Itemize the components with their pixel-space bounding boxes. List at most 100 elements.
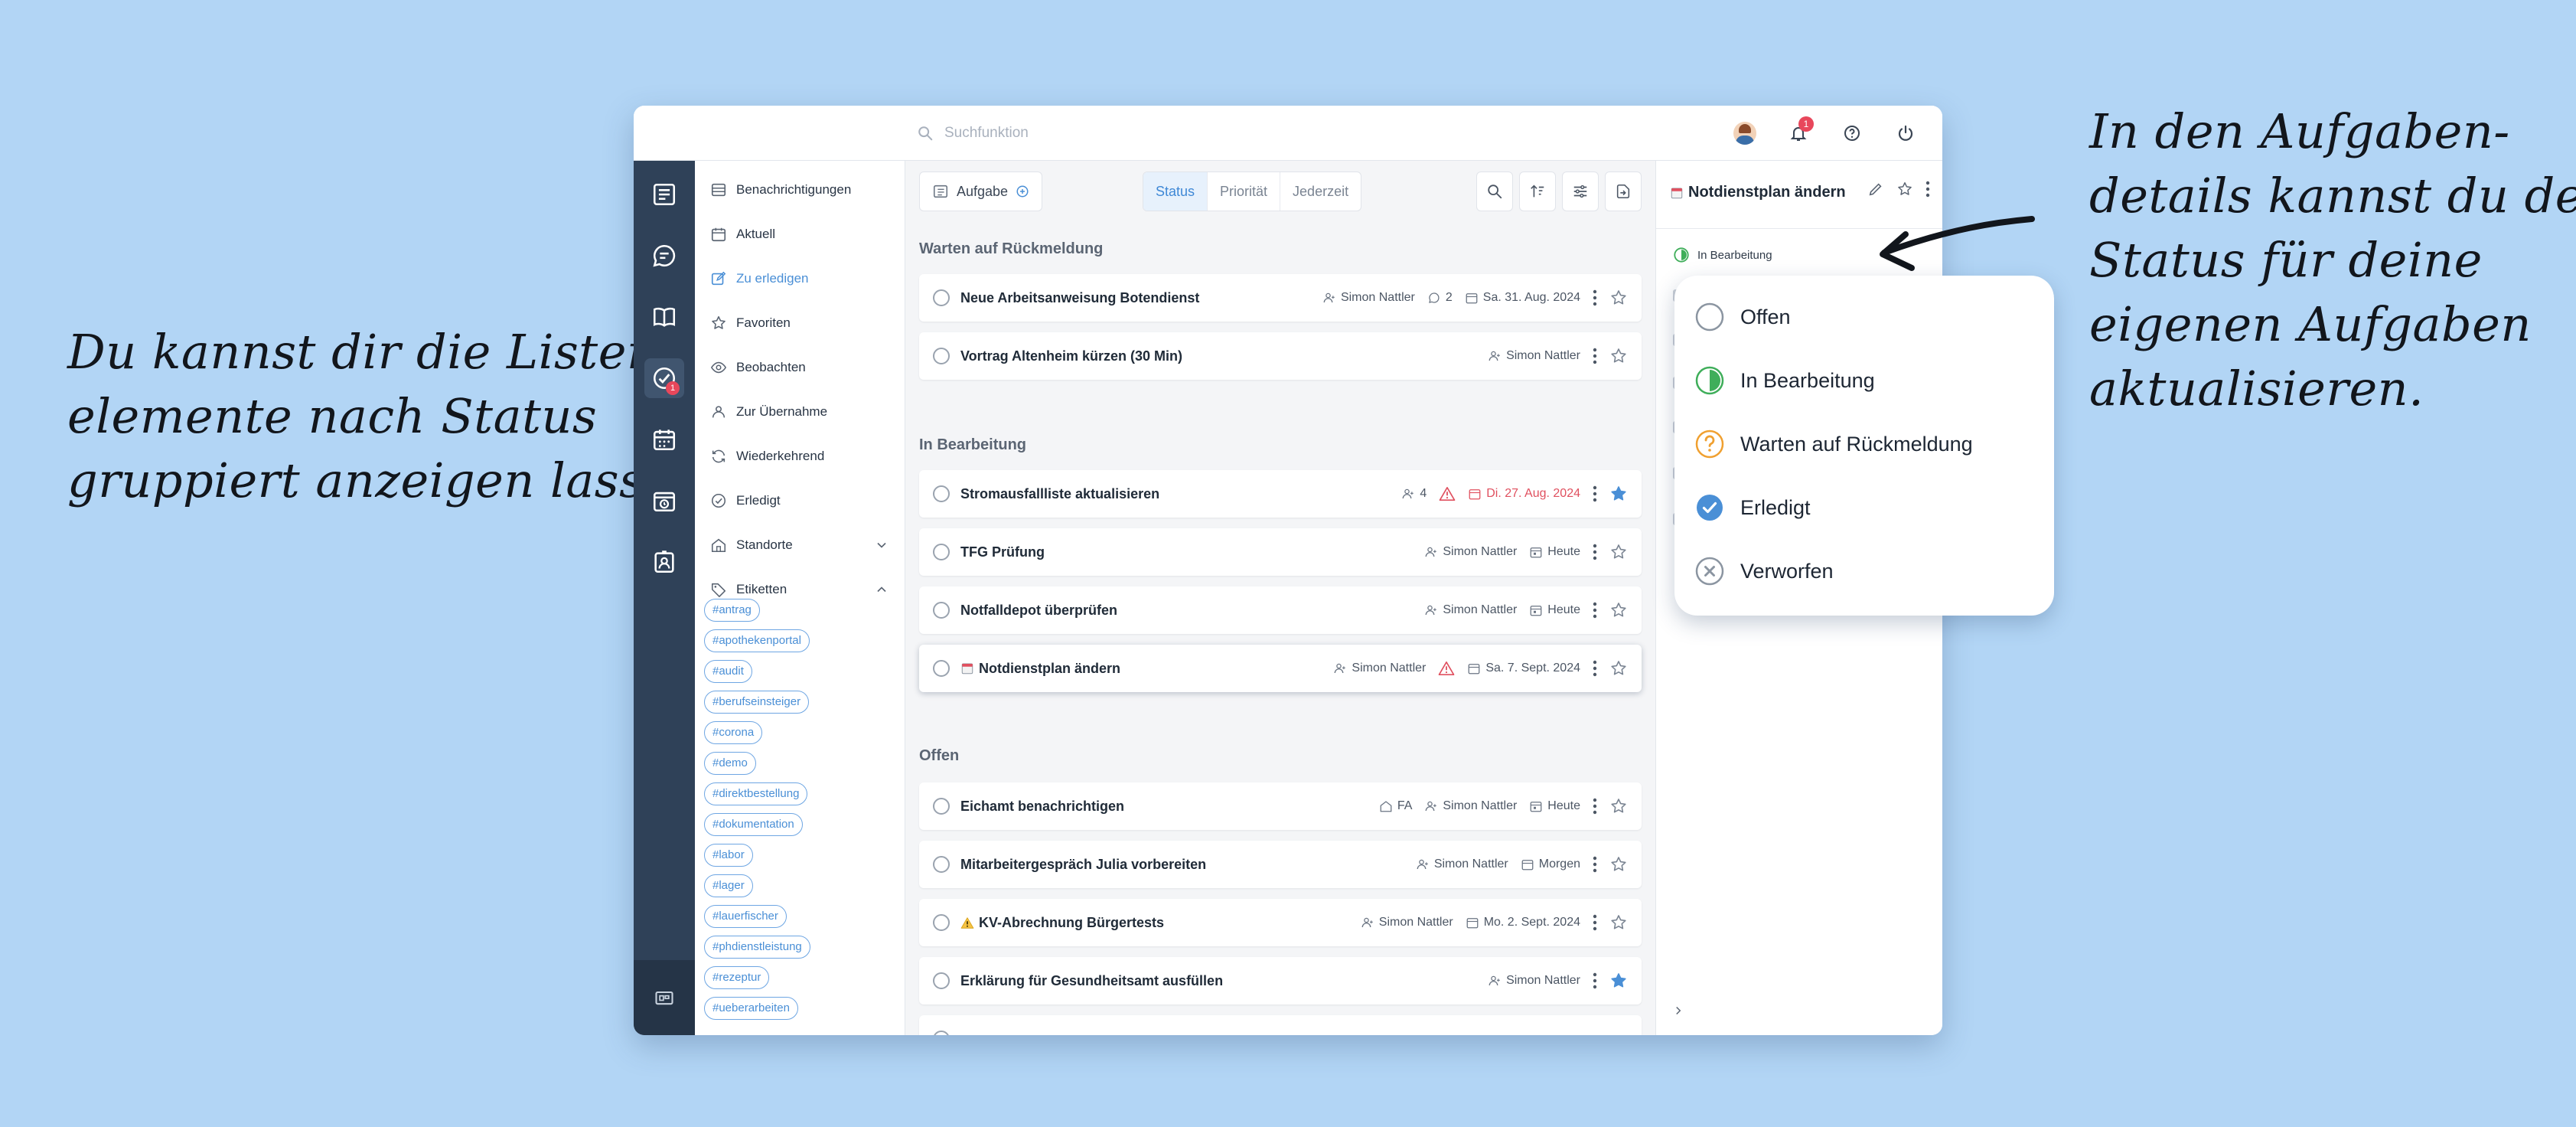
tag-chip[interactable]: #corona	[704, 721, 763, 744]
task-status-toggle[interactable]	[933, 798, 950, 815]
task-status-toggle[interactable]	[933, 485, 950, 502]
status-option-rejected[interactable]: Verworfen	[1694, 548, 1834, 594]
tag-chip[interactable]: #rezeptur	[704, 966, 770, 989]
star-filled-icon[interactable]	[1609, 972, 1628, 990]
rail-handbook[interactable]	[644, 297, 684, 337]
task-row[interactable]: Notfalldepot überprüfen Simon Nattler He…	[919, 586, 1642, 634]
status-option-in-progress[interactable]: In Bearbeitung	[1694, 358, 1875, 403]
status-option-done[interactable]: Erledigt	[1694, 485, 1811, 531]
rail-calendar[interactable]	[644, 420, 684, 459]
task-status-toggle[interactable]	[933, 1031, 950, 1035]
tag-chip[interactable]: #ueberarbeiten	[704, 997, 798, 1020]
kebab-menu-icon[interactable]	[1593, 660, 1597, 677]
kebab-menu-icon[interactable]	[1593, 485, 1597, 502]
tag-chip[interactable]: #phdienstleistung	[704, 936, 810, 959]
task-row[interactable]: Eichamt benachrichtigen FA Simon Nattler…	[919, 782, 1642, 830]
task-row-partial[interactable]	[919, 1015, 1642, 1035]
filter-button[interactable]	[1562, 172, 1599, 211]
tag-chip[interactable]: #apothekenportal	[704, 629, 810, 652]
calendar-icon	[1521, 860, 1534, 871]
tag-chip[interactable]: #direktbestellung	[704, 782, 808, 805]
sidebar-item-locations[interactable]: Standorte	[710, 530, 894, 560]
detail-expand-button[interactable]	[1671, 1004, 1685, 1021]
status-option-open[interactable]: Offen	[1694, 294, 1791, 340]
new-task-button[interactable]: Aufgabe	[919, 172, 1043, 211]
sidebar-item-favorites[interactable]: Favoriten	[710, 308, 894, 338]
star-outline-icon[interactable]	[1609, 797, 1628, 815]
kebab-menu-icon[interactable]	[1593, 348, 1597, 364]
sidebar-item-recurring[interactable]: Wiederkehrend	[710, 441, 894, 472]
task-row[interactable]: KV-Abrechnung Bürgertests Simon Nattler …	[919, 899, 1642, 946]
user-avatar-button[interactable]	[1728, 116, 1762, 150]
export-button[interactable]	[1605, 172, 1642, 211]
star-filled-icon[interactable]	[1609, 485, 1628, 503]
group-by-time[interactable]: Jederzeit	[1280, 172, 1361, 211]
task-row[interactable]: Stromausfallliste aktualisieren 4 Di. 27…	[919, 470, 1642, 518]
task-status-toggle[interactable]	[933, 660, 950, 677]
detail-status-selector[interactable]: In Bearbeitung	[1673, 247, 1772, 263]
chevron-down-icon[interactable]	[874, 537, 889, 553]
star-outline-icon[interactable]	[1609, 659, 1628, 678]
task-status-toggle[interactable]	[933, 856, 950, 873]
sidebar-item-todo[interactable]: Zu erledigen	[710, 263, 894, 294]
task-row-selected[interactable]: Notdienstplan ändern Simon Nattler Sa. 7…	[919, 645, 1642, 692]
task-status-toggle[interactable]	[933, 289, 950, 306]
kebab-menu-icon[interactable]	[1593, 914, 1597, 931]
kebab-menu-icon[interactable]	[1593, 856, 1597, 873]
task-status-toggle[interactable]	[933, 544, 950, 560]
task-status-toggle[interactable]	[933, 602, 950, 619]
task-status-toggle[interactable]	[933, 348, 950, 364]
star-outline-icon[interactable]	[1609, 913, 1628, 932]
task-row[interactable]: Erklärung für Gesundheitsamt ausfüllen S…	[919, 957, 1642, 1004]
rail-schedule[interactable]	[644, 481, 684, 521]
sort-button[interactable]	[1519, 172, 1556, 211]
kebab-menu-icon[interactable]	[1593, 798, 1597, 815]
rail-chat[interactable]	[644, 236, 684, 276]
rail-contacts[interactable]	[644, 542, 684, 582]
tag-chip[interactable]: #labor	[704, 844, 753, 867]
sidebar-item-watch[interactable]: Beobachten	[710, 352, 894, 383]
task-row[interactable]: Mitarbeitergespräch Julia vorbereiten Si…	[919, 841, 1642, 888]
sidebar-item-takeover[interactable]: Zur Übernahme	[710, 397, 894, 427]
chevron-up-icon[interactable]	[874, 582, 889, 597]
tag-chip[interactable]: #audit	[704, 660, 752, 683]
notifications-button[interactable]: 1	[1782, 116, 1815, 150]
rail-pharmacy-switcher[interactable]	[634, 960, 695, 1035]
export-icon	[1616, 184, 1630, 199]
task-status-toggle[interactable]	[933, 972, 950, 989]
kebab-menu-icon[interactable]	[1593, 544, 1597, 560]
tag-chip[interactable]: #lauerfischer	[704, 905, 787, 928]
task-row[interactable]: TFG Prüfung Simon Nattler Heute	[919, 528, 1642, 576]
star-outline-icon[interactable]	[1609, 855, 1628, 874]
search-field[interactable]: Suchfunktion	[917, 119, 1029, 147]
task-row[interactable]: Neue Arbeitsanweisung Botendienst Simon …	[919, 274, 1642, 322]
search-tasks-button[interactable]	[1476, 172, 1513, 211]
task-status-toggle[interactable]	[933, 914, 950, 931]
tag-chip[interactable]: #dokumentation	[704, 813, 803, 836]
star-outline-icon[interactable]	[1609, 543, 1628, 561]
sidebar-item-done[interactable]: Erledigt	[710, 485, 894, 516]
tag-chip[interactable]: #lager	[704, 874, 753, 897]
kebab-menu-icon[interactable]	[1593, 972, 1597, 989]
group-by-priority[interactable]: Priorität	[1208, 172, 1281, 211]
rail-tasks[interactable]: 1	[644, 358, 684, 398]
tag-chip[interactable]: #antrag	[704, 599, 760, 622]
kebab-menu-icon[interactable]	[1925, 181, 1930, 198]
edit-icon[interactable]	[1867, 181, 1884, 198]
sidebar-item-notifications[interactable]: Benachrichtigungen	[710, 175, 894, 205]
star-outline-icon[interactable]	[1896, 181, 1913, 198]
star-outline-icon[interactable]	[1609, 601, 1628, 619]
kebab-menu-icon[interactable]	[1593, 602, 1597, 619]
help-button[interactable]	[1835, 116, 1869, 150]
star-outline-icon[interactable]	[1609, 289, 1628, 307]
tag-chip[interactable]: #berufseinsteiger	[704, 691, 810, 714]
tag-chip[interactable]: #demo	[704, 752, 756, 775]
rail-news[interactable]	[644, 175, 684, 214]
star-outline-icon[interactable]	[1609, 347, 1628, 365]
status-option-waiting[interactable]: Warten auf Rückmeldung	[1694, 421, 1973, 467]
sidebar-item-current[interactable]: Aktuell	[710, 219, 894, 250]
kebab-menu-icon[interactable]	[1593, 289, 1597, 306]
task-row[interactable]: Vortrag Altenheim kürzen (30 Min) Simon …	[919, 332, 1642, 380]
logout-button[interactable]	[1889, 116, 1922, 150]
group-by-status[interactable]: Status	[1143, 172, 1208, 211]
